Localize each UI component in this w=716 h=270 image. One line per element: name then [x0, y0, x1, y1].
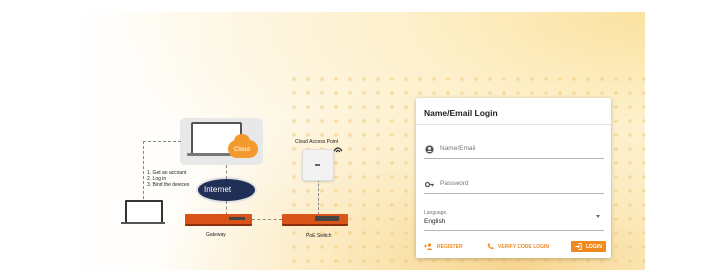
- access-point-label: Cloud Access Point: [295, 139, 339, 145]
- password-placeholder: Password: [440, 180, 469, 187]
- login-title-divider: [416, 124, 611, 125]
- language-caption: Language: [424, 210, 447, 216]
- gateway-ports: [229, 217, 245, 220]
- setup-step-3: 3. Bind the devices: [147, 182, 190, 188]
- verify-code-login-label: VERIFY CODE LOGIN: [498, 243, 550, 250]
- login-label: LOGIN: [586, 243, 602, 250]
- register-label: REGISTER: [437, 243, 463, 250]
- name-email-field[interactable]: Name/Email: [424, 142, 604, 159]
- login-title: Name/Email Login: [424, 108, 498, 118]
- dashed-line-laptop-up: [143, 141, 144, 199]
- dashed-line-to-cloud: [143, 141, 181, 142]
- gateway-device: [185, 214, 252, 226]
- wifi-signal-icon: [333, 147, 343, 153]
- dashed-line-switch-to-ap: [318, 179, 319, 215]
- name-email-placeholder: Name/Email: [440, 145, 476, 152]
- chevron-down-icon[interactable]: [596, 215, 600, 218]
- language-value: English: [424, 218, 446, 225]
- poe-switch-label: PoE Switch: [306, 233, 332, 239]
- add-person-icon: [424, 243, 433, 250]
- internet-label: Internet: [204, 185, 232, 194]
- access-point-led: [315, 164, 320, 166]
- register-button[interactable]: REGISTER: [424, 243, 463, 250]
- dashed-line-internet-to-gateway: [226, 201, 227, 215]
- verify-code-login-button[interactable]: VERIFY CODE LOGIN: [487, 243, 549, 250]
- user-laptop-screen: [125, 200, 163, 224]
- login-arrow-icon: [575, 243, 582, 250]
- cloud-label: Cloud: [234, 147, 250, 153]
- gateway-label: Gateway: [206, 232, 226, 238]
- account-circle-icon: [425, 145, 434, 154]
- cloud-icon-bump: [234, 134, 250, 148]
- password-field[interactable]: Password: [424, 177, 604, 194]
- language-underline: [424, 230, 604, 231]
- key-icon: [425, 181, 434, 188]
- login-button[interactable]: LOGIN: [571, 241, 606, 252]
- dashed-line-gateway-to-switch: [252, 219, 282, 220]
- user-laptop-base: [121, 222, 165, 224]
- dashed-line-cloud-to-internet: [226, 165, 227, 179]
- poe-switch-ports: [315, 216, 339, 221]
- phone-icon: [487, 243, 494, 250]
